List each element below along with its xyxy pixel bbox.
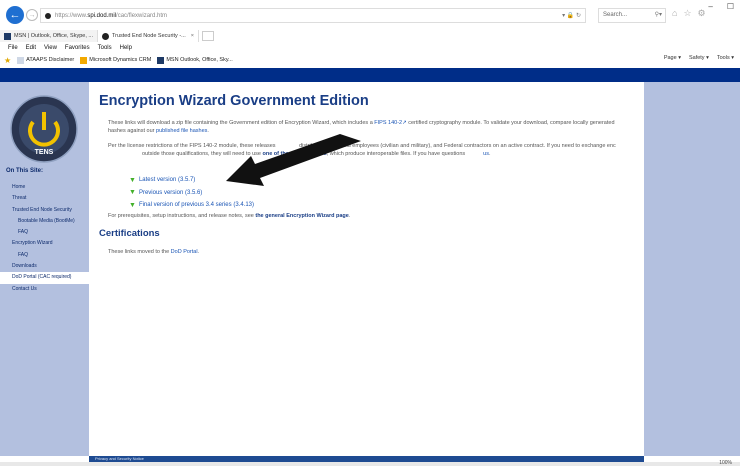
- dynamics-icon: [80, 56, 88, 64]
- tab-label: Trusted End Node Security -...: [111, 33, 186, 39]
- search-placeholder: Search...: [603, 12, 628, 18]
- minimize-icon[interactable]: –: [708, 2, 712, 11]
- sidebar-item-bootable-media[interactable]: Bootable Media (BootMe): [0, 216, 89, 227]
- site-icon: [45, 12, 51, 19]
- lock-refresh-icon[interactable]: ▾ 🔒 ↻: [562, 12, 581, 19]
- sidebar-item-contact-us[interactable]: Contact Us: [0, 284, 89, 295]
- favorites-star-icon[interactable]: ★: [4, 56, 11, 65]
- menu-file[interactable]: File: [8, 45, 18, 51]
- sidebar-item-encryption-wizard[interactable]: Encryption Wizard: [0, 238, 89, 249]
- msn-icon: [157, 56, 165, 64]
- toolbar-icons: ⌂ ☆ ⚙: [672, 8, 706, 19]
- back-button[interactable]: ←: [6, 6, 24, 24]
- page-menu[interactable]: Page ▾: [664, 55, 681, 61]
- main-content: Encryption Wizard Government Edition The…: [89, 82, 644, 456]
- site-header-bar: [0, 68, 740, 82]
- menu-view[interactable]: View: [44, 45, 57, 51]
- tab-label: MSN | Outlook, Office, Skype, ...: [14, 33, 93, 39]
- favorite-label: Microsoft Dynamics CRM: [89, 57, 152, 63]
- svg-text:TENS: TENS: [35, 149, 54, 156]
- menu-edit[interactable]: Edit: [26, 45, 36, 51]
- sidebar-item-faq[interactable]: FAQ: [0, 227, 89, 238]
- annotation-arrow-icon: [226, 134, 361, 186]
- search-input[interactable]: Search... ⚲▾: [598, 8, 666, 23]
- menu-help[interactable]: Help: [120, 45, 132, 51]
- tens-logo: TENS: [10, 95, 78, 163]
- sidebar-item-ew-faq[interactable]: FAQ: [0, 250, 89, 261]
- tab-strip: MSN | Outlook, Office, Skype, ... Truste…: [0, 30, 740, 42]
- browser-titlebar: ← → https://www. spi.dod.mil/cac/flexwiza…: [0, 0, 740, 30]
- url-host: spi.dod.mil: [87, 12, 117, 19]
- command-bar: Page ▾ Safety ▾ Tools ▾: [664, 55, 734, 61]
- sidebar-item-threat[interactable]: Threat: [0, 193, 89, 204]
- sidebar-item-downloads[interactable]: Downloads: [0, 261, 89, 272]
- favorite-label: MSN Outlook, Office, Sky...: [166, 57, 233, 63]
- close-tab-icon[interactable]: ×: [191, 33, 194, 39]
- maximize-icon[interactable]: ☐: [727, 2, 734, 11]
- url-path: /cac/flexwizard.htm: [116, 12, 168, 19]
- search-icon[interactable]: ⚲▾: [655, 11, 662, 18]
- address-bar[interactable]: https://www. spi.dod.mil/cac/flexwizard.h…: [40, 8, 586, 23]
- menu-tools[interactable]: Tools: [98, 45, 112, 51]
- gear-icon[interactable]: ⚙: [698, 8, 706, 19]
- favorite-item[interactable]: MSN Outlook, Office, Sky...: [157, 56, 233, 64]
- page-body: TENS On This Site: Home Threat Trusted E…: [0, 82, 740, 466]
- sidebar-heading: On This Site:: [6, 168, 44, 174]
- sidebar-nav: Home Threat Trusted End Node Security Bo…: [0, 182, 89, 295]
- url-prefix: https://www.: [55, 12, 88, 19]
- tab-trusted-end-node[interactable]: Trusted End Node Security -... ×: [97, 30, 199, 42]
- home-icon[interactable]: ⌂: [672, 8, 677, 19]
- forward-button[interactable]: →: [26, 9, 38, 21]
- safety-menu[interactable]: Safety ▾: [689, 55, 709, 61]
- status-bar: [0, 462, 740, 466]
- zoom-level[interactable]: 100%: [719, 460, 732, 466]
- site-icon: [101, 32, 109, 40]
- page-icon: [17, 56, 25, 64]
- new-tab-button[interactable]: [201, 31, 214, 41]
- sidebar-item-trusted-end-node-security[interactable]: Trusted End Node Security: [0, 205, 89, 216]
- menu-favorites[interactable]: Favorites: [65, 45, 90, 51]
- tab-msn[interactable]: MSN | Outlook, Office, Skype, ...: [0, 30, 98, 42]
- favorite-label: ATAAPS Disclaimer: [26, 57, 75, 63]
- msn-icon: [4, 32, 11, 40]
- favorite-item[interactable]: Microsoft Dynamics CRM: [80, 56, 152, 64]
- favorites-bar: ★ ATAAPS Disclaimer Microsoft Dynamics C…: [0, 54, 740, 66]
- sidebar: TENS On This Site: Home Threat Trusted E…: [0, 82, 89, 456]
- menu-bar: File Edit View Favorites Tools Help: [0, 43, 740, 53]
- star-icon[interactable]: ☆: [683, 8, 691, 19]
- favorite-item[interactable]: ATAAPS Disclaimer: [17, 56, 75, 64]
- tools-menu[interactable]: Tools ▾: [717, 55, 734, 61]
- right-column: [644, 82, 740, 456]
- sidebar-item-dod-portal[interactable]: DoD Portal (CAC required): [0, 272, 89, 284]
- window-controls: – ☐: [708, 2, 734, 11]
- sidebar-item-home[interactable]: Home: [0, 182, 89, 193]
